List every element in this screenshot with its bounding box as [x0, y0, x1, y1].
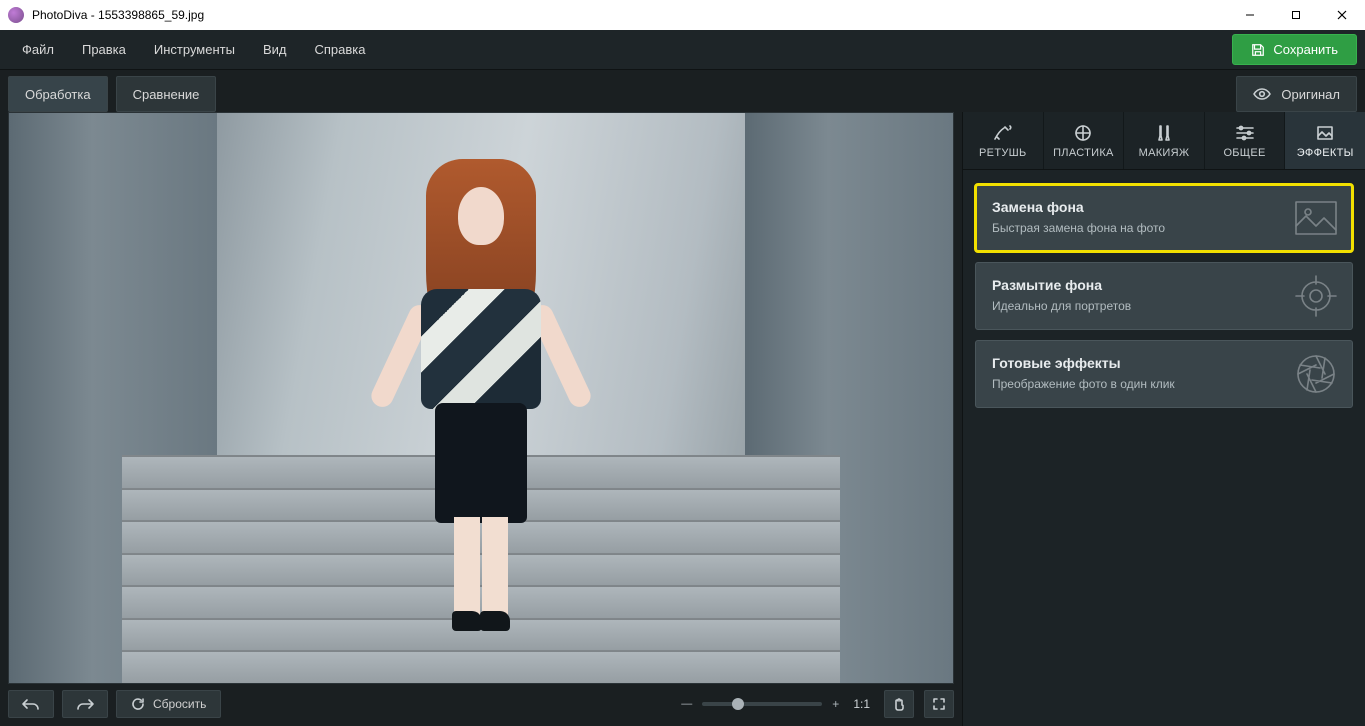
save-icon [1251, 43, 1265, 57]
plastic-icon [1072, 123, 1094, 143]
fullscreen-icon [932, 697, 946, 711]
card-subtitle: Быстрая замена фона на фото [992, 221, 1336, 235]
panel-tab-general[interactable]: ОБЩЕЕ [1205, 112, 1286, 169]
window-minimize-button[interactable] [1227, 0, 1273, 30]
window-close-button[interactable] [1319, 0, 1365, 30]
panel-tab-label: МАКИЯЖ [1139, 147, 1190, 159]
retouch-icon [992, 123, 1014, 143]
panel-tab-makeup[interactable]: МАКИЯЖ [1124, 112, 1205, 169]
undo-button[interactable] [8, 690, 54, 718]
tab-edit-label: Обработка [25, 87, 91, 102]
panel-tab-plastic[interactable]: ПЛАСТИКА [1044, 112, 1125, 169]
panel-tab-effects[interactable]: ЭФФЕКТЫ [1285, 112, 1365, 169]
zoom-min-icon: — [681, 698, 692, 710]
reset-icon [131, 697, 145, 711]
panel-tab-label: ЭФФЕКТЫ [1297, 147, 1354, 159]
effects-cards: Замена фона Быстрая замена фона на фото … [963, 170, 1365, 422]
zoom-ratio[interactable]: 1:1 [849, 697, 874, 711]
hand-icon [892, 697, 906, 711]
makeup-icon [1153, 123, 1175, 143]
reset-button[interactable]: Сбросить [116, 690, 221, 718]
panel-tab-label: ОБЩЕЕ [1223, 147, 1265, 159]
blur-icon [1292, 272, 1340, 320]
zoom-slider[interactable] [702, 702, 822, 706]
reset-label: Сбросить [153, 697, 206, 711]
card-title: Размытие фона [992, 277, 1336, 293]
zoom-slider-thumb[interactable] [732, 698, 744, 710]
panel-tab-label: ПЛАСТИКА [1053, 147, 1114, 159]
tab-compare-label: Сравнение [133, 87, 200, 102]
save-button[interactable]: Сохранить [1232, 34, 1357, 65]
menu-help[interactable]: Справка [300, 36, 379, 63]
card-title: Замена фона [992, 199, 1336, 215]
card-subtitle: Идеально для портретов [992, 299, 1336, 313]
card-title: Готовые эффекты [992, 355, 1336, 371]
photo-content [9, 113, 953, 683]
menu-file[interactable]: Файл [8, 36, 68, 63]
card-background-replace[interactable]: Замена фона Быстрая замена фона на фото [975, 184, 1353, 252]
fullscreen-button[interactable] [924, 690, 954, 718]
window-maximize-button[interactable] [1273, 0, 1319, 30]
original-toggle-button[interactable]: Оригинал [1236, 76, 1357, 112]
aperture-icon [1292, 350, 1340, 398]
right-panel: РЕТУШЬ ПЛАСТИКА МАКИЯЖ ОБЩЕЕ ЭФФЕКТЫ Зам… [962, 112, 1365, 726]
menu-tools[interactable]: Инструменты [140, 36, 249, 63]
eye-icon [1253, 88, 1271, 100]
redo-button[interactable] [62, 690, 108, 718]
menu-bar: Файл Правка Инструменты Вид Справка Сохр… [0, 30, 1365, 70]
panel-tab-label: РЕТУШЬ [979, 147, 1026, 159]
app-logo-icon [8, 7, 24, 23]
card-background-blur[interactable]: Размытие фона Идеально для портретов [975, 262, 1353, 330]
window-titlebar: PhotoDiva - 1553398865_59.jpg [0, 0, 1365, 30]
effects-icon [1314, 123, 1336, 143]
undo-icon [21, 697, 41, 711]
canvas-bottom-bar: Сбросить — + 1:1 [8, 684, 954, 718]
panel-tabs: РЕТУШЬ ПЛАСТИКА МАКИЯЖ ОБЩЕЕ ЭФФЕКТЫ [963, 112, 1365, 170]
image-canvas[interactable] [8, 112, 954, 684]
tab-edit[interactable]: Обработка [8, 76, 108, 112]
window-title: PhotoDiva - 1553398865_59.jpg [32, 8, 1227, 22]
redo-icon [75, 697, 95, 711]
card-subtitle: Преображение фото в один клик [992, 377, 1336, 391]
panel-tab-retouch[interactable]: РЕТУШЬ [963, 112, 1044, 169]
view-toolbar: Обработка Сравнение Оригинал [0, 70, 1365, 112]
menu-edit[interactable]: Правка [68, 36, 140, 63]
tab-compare[interactable]: Сравнение [116, 76, 217, 112]
zoom-plus-icon: + [832, 697, 839, 711]
background-replace-icon [1292, 194, 1340, 242]
card-preset-effects[interactable]: Готовые эффекты Преображение фото в один… [975, 340, 1353, 408]
hand-tool-button[interactable] [884, 690, 914, 718]
original-label: Оригинал [1281, 87, 1340, 102]
sliders-icon [1234, 123, 1256, 143]
save-button-label: Сохранить [1273, 42, 1338, 57]
menu-view[interactable]: Вид [249, 36, 301, 63]
